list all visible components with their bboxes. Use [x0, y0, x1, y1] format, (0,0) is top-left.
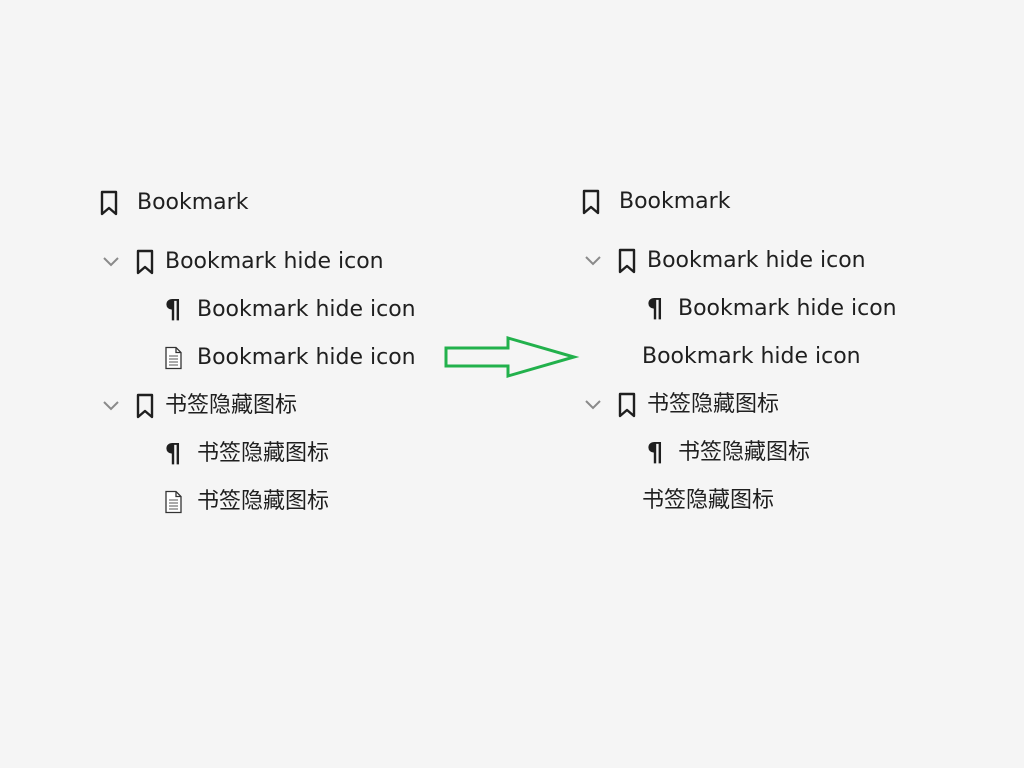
bookmark-label: Bookmark hide icon [647, 248, 866, 273]
bookmark-icon [616, 392, 638, 418]
bookmark-label: Bookmark [619, 189, 731, 214]
bookmark-label: Bookmark hide icon [678, 296, 897, 321]
bookmark-root-item[interactable]: Bookmark [580, 187, 730, 217]
chevron-down-icon[interactable] [584, 248, 602, 274]
bookmark-child-item[interactable]: Bookmark hide icon [642, 342, 861, 372]
bookmark-child-item[interactable]: ¶ 书签隐藏图标 [644, 438, 810, 468]
bookmark-icon [616, 248, 638, 274]
bookmark-label: Bookmark hide icon [642, 344, 861, 369]
bookmark-label: 书签隐藏图标 [647, 392, 780, 417]
chevron-down-icon[interactable] [584, 392, 602, 418]
bookmark-label: 书签隐藏图标 [642, 488, 775, 513]
bookmark-child-item[interactable]: 书签隐藏图标 [642, 486, 774, 516]
bookmark-label: 书签隐藏图标 [678, 440, 811, 465]
bookmark-child-item[interactable]: ¶ Bookmark hide icon [644, 294, 897, 324]
right-arrow-icon [442, 334, 582, 386]
bookmark-group-item[interactable]: Bookmark hide icon [584, 246, 866, 276]
bookmark-icon [580, 189, 602, 215]
pilcrow-icon: ¶ [646, 294, 664, 324]
bookmark-group-item[interactable]: 书签隐藏图标 [584, 390, 779, 420]
bookmark-tree-after: Bookmark Bookmark hide icon ¶ Bookmark h… [0, 0, 897, 768]
pilcrow-icon: ¶ [646, 438, 664, 468]
